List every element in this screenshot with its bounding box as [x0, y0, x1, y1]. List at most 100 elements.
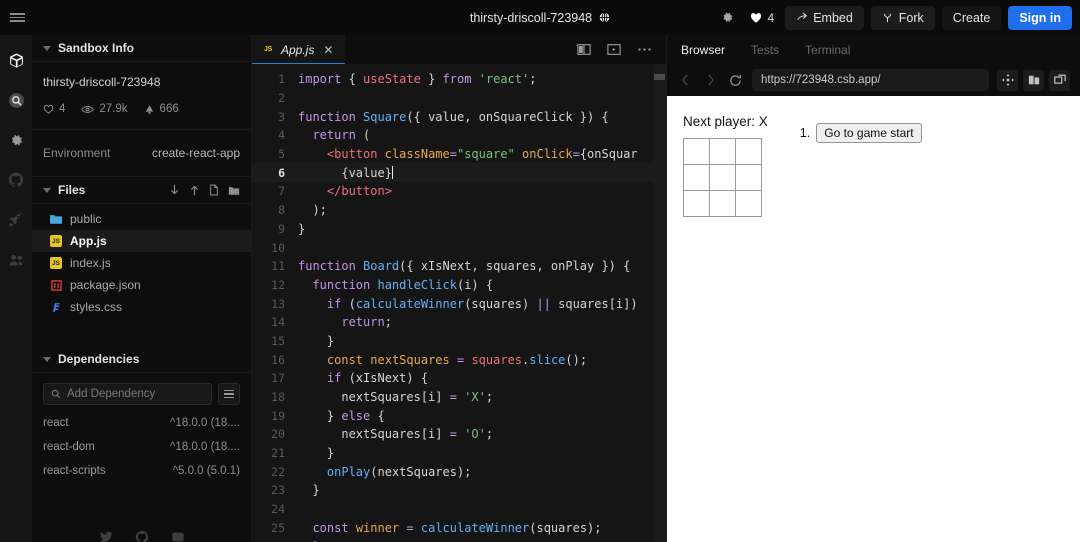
responsive-size-icon[interactable] [1023, 69, 1044, 91]
line-number: 14 [271, 315, 285, 330]
board-square[interactable] [735, 190, 762, 217]
refresh-icon[interactable] [727, 72, 744, 89]
github-icon[interactable] [5, 169, 27, 191]
tab-browser[interactable]: Browser [681, 43, 725, 57]
close-icon[interactable]: ✕ [323, 43, 333, 57]
list-item: 1. Go to game start [800, 123, 922, 143]
dependencies-title: Dependencies [58, 352, 140, 366]
code-line: 22 onPlay(nextSquares); [252, 462, 666, 481]
code-line: 5 <button className="square" onClick={on… [252, 145, 666, 164]
move-list: 1. Go to game start [800, 114, 922, 216]
tab-terminal[interactable]: Terminal [805, 43, 850, 57]
board-square[interactable] [709, 138, 736, 165]
discord-icon[interactable] [171, 530, 185, 542]
code-line: 21 } [252, 444, 666, 463]
board-square[interactable] [683, 164, 710, 191]
add-dependency-input[interactable]: Add Dependency [43, 383, 212, 405]
code-line: 1 import { useState } from 'react'; [252, 70, 666, 89]
board-row [683, 164, 768, 191]
editor-tab-app-js[interactable]: JS App.js ✕ [252, 35, 346, 64]
code-area[interactable]: 1 import { useState } from 'react'; 2 3 func… [252, 64, 666, 542]
stat-views-value: 27.9k [99, 103, 128, 115]
sandbox-icon[interactable] [5, 49, 27, 71]
files-actions [169, 184, 240, 196]
stat-likes: 4 [43, 103, 65, 115]
line-number: 23 [271, 483, 285, 498]
fork-label: Fork [898, 10, 924, 25]
sandbox-info-header[interactable]: Sandbox Info [32, 35, 251, 62]
dependency-row[interactable]: react-scripts ^5.0.0 (5.0.1) [32, 459, 251, 483]
css-file-icon [50, 301, 62, 313]
editor-scrollbar[interactable] [653, 64, 666, 542]
line-number: 6 [278, 165, 285, 180]
move-handle-icon[interactable] [997, 69, 1018, 91]
chevron-down-icon [43, 45, 51, 51]
people-icon[interactable] [5, 249, 27, 271]
tab-tests[interactable]: Tests [751, 43, 779, 57]
gear-icon[interactable] [5, 129, 27, 151]
game-status: Next player: X [683, 114, 768, 129]
split-pane-icon[interactable] [577, 43, 591, 56]
embed-icon [796, 12, 808, 23]
dependency-version: ^18.0.0 (18.... [170, 417, 240, 429]
code-line: 26 let status; [252, 537, 666, 542]
file-item-styles-css[interactable]: styles.css [32, 296, 251, 318]
file-label: styles.css [70, 300, 123, 314]
code-line: 17 if (xIsNext) { [252, 369, 666, 388]
new-folder-icon[interactable] [228, 185, 240, 196]
preview-panel-icon[interactable] [607, 43, 621, 56]
github-icon[interactable] [135, 530, 149, 542]
board-square[interactable] [683, 138, 710, 165]
embed-button[interactable]: Embed [785, 5, 864, 30]
download-icon[interactable] [169, 184, 180, 196]
gear-icon[interactable] [717, 7, 739, 29]
line-number: 2 [278, 91, 285, 106]
file-label: index.js [70, 256, 111, 270]
line-number: 24 [271, 502, 285, 517]
board-square[interactable] [683, 190, 710, 217]
board-square[interactable] [709, 164, 736, 191]
open-external-icon[interactable] [1049, 69, 1070, 91]
hamburger-icon[interactable] [0, 0, 34, 35]
board-square[interactable] [735, 138, 762, 165]
files-header[interactable]: Files [32, 177, 251, 204]
upload-icon[interactable] [189, 184, 200, 196]
search-icon[interactable] [5, 89, 27, 111]
dependency-row[interactable]: react-dom ^18.0.0 (18.... [32, 435, 251, 459]
file-item-package-json[interactable]: package.json [32, 274, 251, 296]
code-text: if (calculateWinner(squares) || squares[… [326, 296, 638, 311]
code-text: if (xIsNext) { [326, 371, 429, 386]
like-button[interactable]: 4 [746, 11, 779, 25]
more-options-icon[interactable] [637, 47, 652, 52]
tic-tac-toe-app: Next player: X 1. Go to game start [667, 96, 1080, 217]
dependencies-header[interactable]: Dependencies [32, 346, 251, 373]
board-square[interactable] [735, 164, 762, 191]
twitter-icon[interactable] [99, 530, 113, 542]
main-body: Sandbox Info thirsty-driscoll-723948 4 2… [0, 35, 1080, 542]
back-arrow-icon[interactable] [677, 72, 694, 89]
url-input[interactable]: https://723948.csb.app/ [752, 69, 989, 91]
file-item-index-js[interactable]: JS index.js [32, 252, 251, 274]
sign-in-button[interactable]: Sign in [1008, 5, 1072, 30]
new-file-icon[interactable] [209, 184, 219, 196]
rocket-icon[interactable] [5, 209, 27, 231]
fork-button[interactable]: Fork [870, 5, 935, 30]
board-square[interactable] [709, 190, 736, 217]
dependency-name: react-dom [43, 441, 95, 453]
code-text: function Board({ xIsNext, squares, onPla… [298, 259, 631, 274]
code-text: </button> [326, 184, 392, 199]
dependency-search-row: Add Dependency [32, 373, 251, 411]
board-row [683, 138, 768, 165]
preview-iframe[interactable]: Next player: X 1. Go to game start [667, 96, 1080, 542]
list-menu-icon[interactable] [218, 383, 240, 405]
code-line: 24 [252, 500, 666, 519]
create-button[interactable]: Create [941, 5, 1002, 30]
file-item-app-js[interactable]: JS App.js [32, 230, 251, 252]
file-item-public[interactable]: public [32, 208, 251, 230]
forward-arrow-icon[interactable] [702, 72, 719, 89]
social-links [32, 530, 251, 542]
code-line: 11 function Board({ xIsNext, squares, onP… [252, 257, 666, 276]
dependency-row[interactable]: react ^18.0.0 (18.... [32, 411, 251, 435]
scrollbar-thumb[interactable] [654, 74, 665, 80]
go-to-game-start-button[interactable]: Go to game start [816, 123, 922, 143]
